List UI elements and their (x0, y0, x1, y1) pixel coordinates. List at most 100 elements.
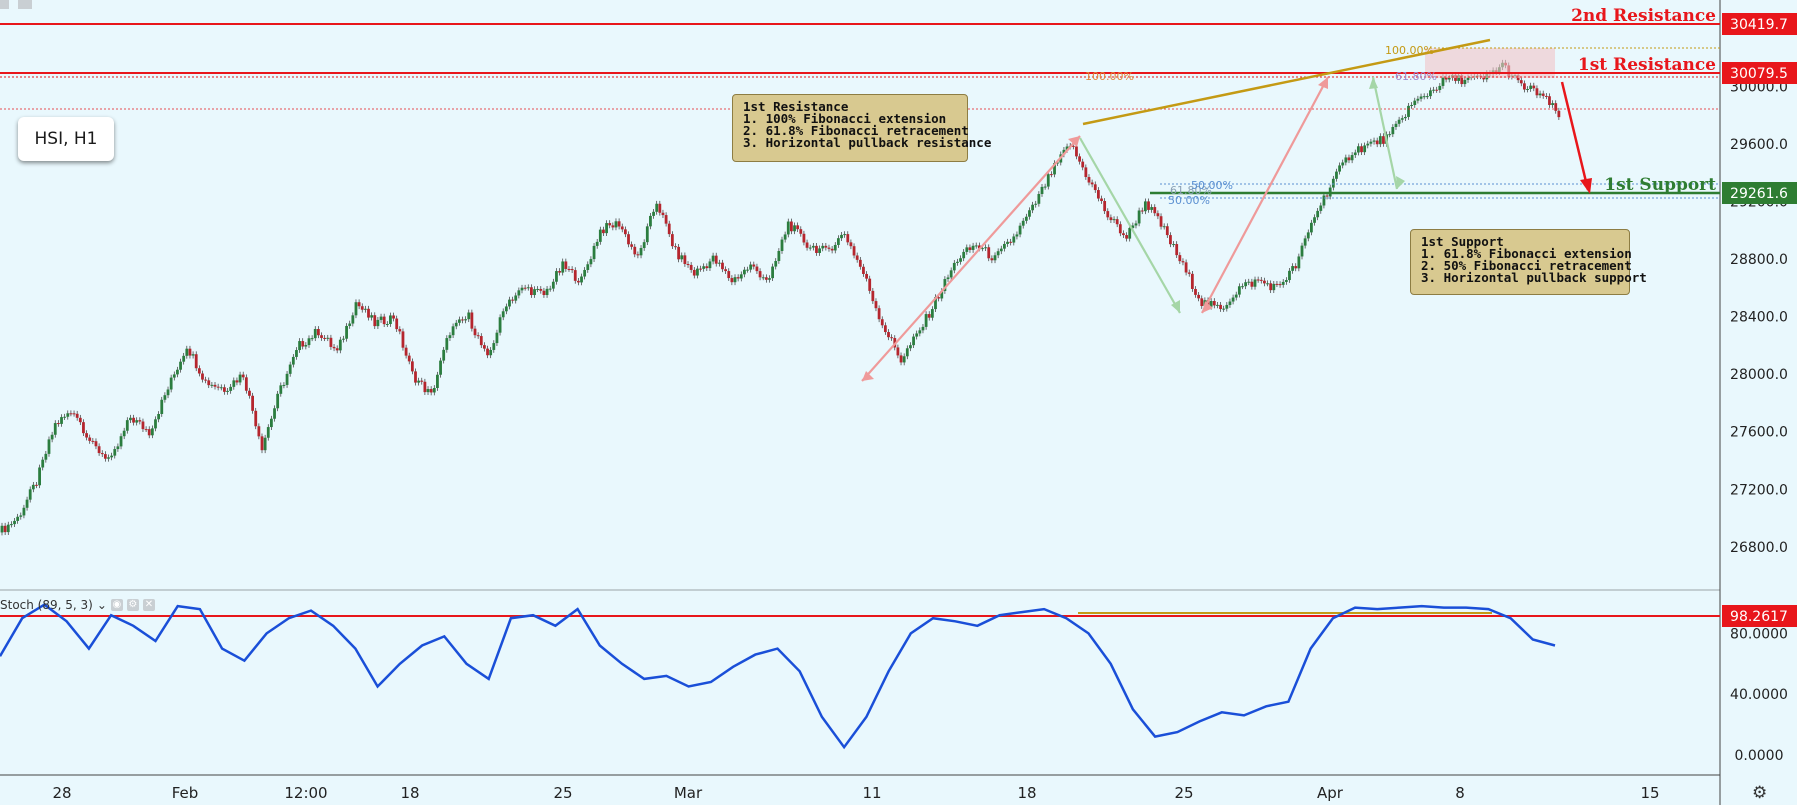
candle-body (545, 288, 549, 296)
candle-body (645, 226, 649, 243)
eye-icon[interactable]: ◉ (110, 599, 123, 611)
candle-body (335, 348, 339, 351)
candle-body (1356, 146, 1360, 153)
candle-body (436, 374, 439, 389)
candle-body (276, 393, 280, 409)
indicator-header[interactable]: Stoch (89, 5, 3) ⌄ ◉ ⚙ ✕ (0, 598, 155, 612)
candle-body (398, 329, 402, 332)
candle-body (536, 288, 540, 290)
candle-body (50, 434, 54, 440)
candle-body (445, 338, 449, 350)
candle-body (56, 423, 60, 425)
candle-body (605, 223, 608, 234)
candle-body (959, 258, 962, 262)
candle-body (627, 234, 630, 245)
candle-body (821, 245, 825, 249)
candle-body (818, 248, 821, 253)
candle-body (194, 354, 198, 369)
candle-body (47, 439, 51, 454)
candle-body (1194, 288, 1197, 295)
candle-body (517, 290, 521, 296)
candle-body (774, 260, 778, 267)
candle-body (197, 368, 201, 374)
candle-body (1018, 225, 1022, 235)
candle-body (1344, 157, 1348, 163)
candle-body (865, 273, 868, 279)
chevron-down-icon[interactable]: ⌄ (97, 598, 107, 612)
candle-body (313, 329, 317, 339)
candle-body (852, 246, 856, 256)
candle-body (479, 336, 483, 346)
candle-body (323, 337, 327, 339)
candle-body (880, 319, 884, 326)
candle-body (840, 234, 843, 239)
candle-body (392, 315, 395, 319)
candle-body (332, 346, 336, 349)
candle-body (815, 245, 818, 253)
candle-body (533, 289, 536, 296)
candle-body (833, 244, 837, 251)
candle-body (1319, 205, 1323, 211)
candle-body (1134, 223, 1138, 226)
candle-body (1156, 213, 1160, 217)
resistance-note: 1st Resistance 1. 100% Fibonacci extensi… (732, 94, 991, 162)
candle-body (354, 302, 358, 316)
candle-body (780, 239, 784, 251)
candle-body (686, 264, 690, 266)
candle-body (401, 331, 405, 348)
time-tick-label: Feb (172, 784, 199, 802)
candle-body (1049, 174, 1053, 176)
candle-body (16, 516, 20, 521)
candle-body (110, 455, 114, 458)
candle-body (542, 290, 546, 296)
candle-body (956, 261, 959, 263)
candle-body (649, 215, 652, 227)
close-icon[interactable]: ✕ (142, 599, 155, 611)
candle-body (1272, 283, 1276, 291)
candle-body (9, 524, 13, 526)
candle-body (420, 380, 424, 382)
candle-body (423, 381, 427, 393)
candle-body (3, 525, 7, 533)
support-note: 1st Support 1. 61.8% Fibonacci extension… (1410, 229, 1647, 295)
candle-body (755, 266, 759, 272)
candle-body (902, 356, 906, 363)
candle-body (185, 348, 189, 356)
candle-body (602, 229, 605, 234)
settings-icon[interactable]: ⚙ (126, 599, 139, 611)
candle-body (912, 336, 915, 346)
candle-body (1028, 210, 1031, 217)
candle-body (968, 247, 972, 250)
candle-body (749, 264, 753, 270)
candle-body (1150, 207, 1154, 210)
candle-body (1034, 203, 1038, 205)
candle-body (188, 348, 192, 356)
candle-body (1422, 96, 1426, 98)
candle-body (1250, 281, 1254, 287)
candle-body (1369, 141, 1373, 144)
candle-body (962, 251, 966, 259)
candle-body (389, 315, 392, 325)
price-tick-label: 28400.0 (1730, 310, 1788, 326)
candle-body (429, 389, 433, 393)
candle-body (971, 245, 975, 250)
symbol-label[interactable]: HSI, H1 (18, 117, 114, 161)
candle-body (44, 453, 48, 460)
candle-body (877, 308, 881, 320)
candle-body (570, 268, 574, 271)
candle-body (1523, 83, 1526, 90)
candle-body (724, 269, 728, 272)
candle-body (1306, 232, 1310, 239)
candle-body (1087, 177, 1091, 183)
candle-body (254, 410, 258, 427)
candle-body (379, 316, 383, 320)
candle-body (1382, 136, 1385, 144)
chart-workspace[interactable]: 26800.0 27200.0 27600.0 28000.0 28400.0 28800… (0, 0, 1797, 805)
gear-icon[interactable]: ⚙ (1752, 783, 1767, 803)
time-tick-label: 12:00 (284, 784, 327, 802)
stoch-tick-label: 0.0000 (1735, 748, 1784, 764)
candle-body (849, 242, 853, 247)
candle-body (683, 255, 687, 265)
candle-body (1429, 90, 1432, 97)
time-tick-label: Mar (674, 784, 703, 802)
